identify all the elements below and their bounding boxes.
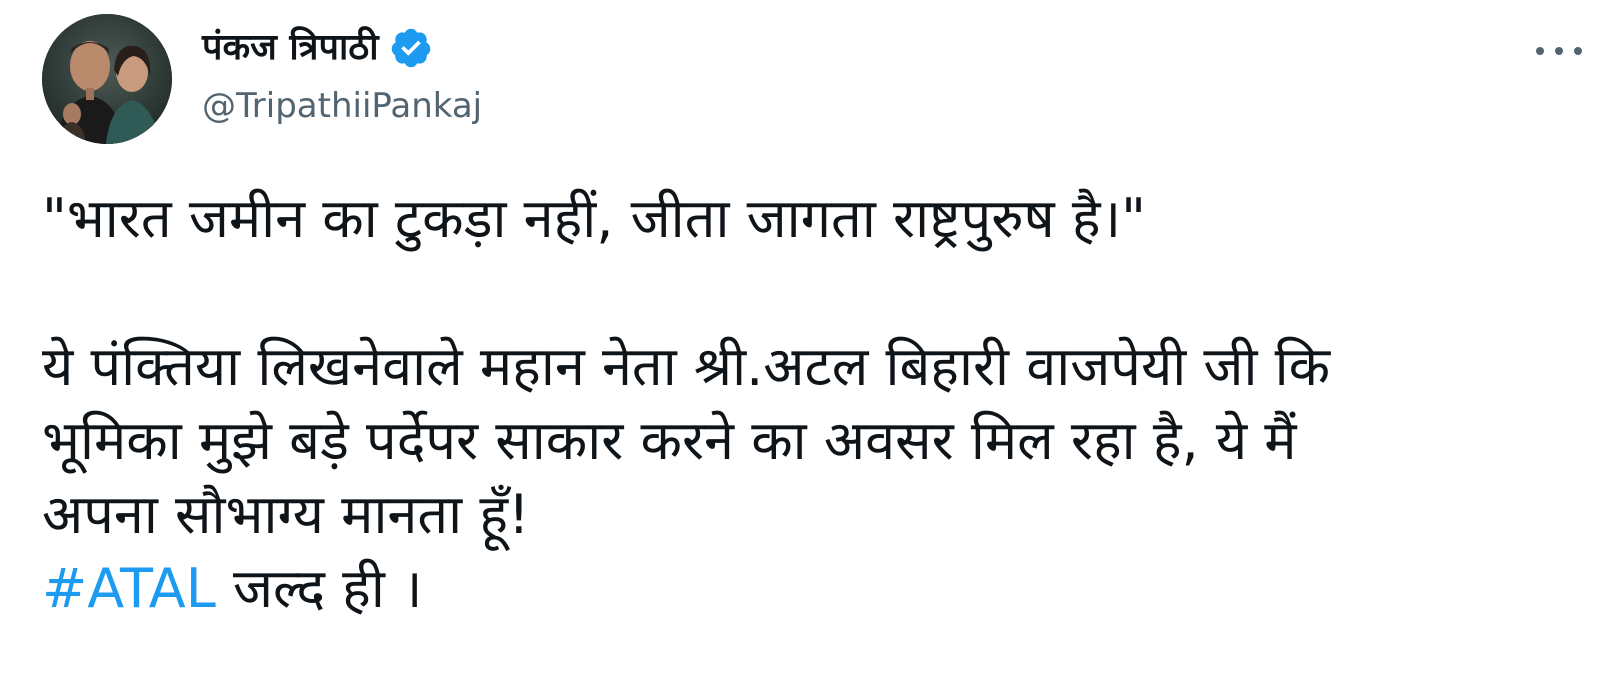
tweet-header: पंकज त्रिपाठी @TripathiiPankaj (42, 14, 1582, 146)
text-line-1: ये पंक्तिया लिखनेवाले महान नेता श्री.अटल… (42, 335, 1331, 398)
text-line-3: अपना सौभाग्य मानता हूँ! (42, 483, 530, 546)
more-horizontal-icon-dot-2 (1555, 47, 1563, 55)
display-name-row: पंकज त्रिपाठी (202, 20, 482, 76)
hashtag-line: #ATAL जल्द ही । (42, 552, 1582, 626)
author-info: पंकज त्रिपाठी @TripathiiPankaj (202, 20, 482, 130)
hashtag-suffix: जल्द ही । (215, 557, 423, 620)
text-line-2: भूमिका मुझे बड़े पर्देपर साकार करने का अ… (42, 409, 1297, 472)
more-horizontal-icon (1536, 47, 1544, 55)
avatar[interactable] (42, 14, 172, 144)
hashtag-link[interactable]: #ATAL (42, 557, 216, 620)
more-options-button[interactable] (1536, 36, 1582, 66)
more-horizontal-icon-dot-3 (1574, 47, 1582, 55)
handle[interactable]: @TripathiiPankaj (202, 82, 482, 130)
display-name[interactable]: पंकज त्रिपाठी (202, 20, 379, 76)
tweet-text: "भारत जमीन का टुकड़ा नहीं, जीता जागता रा… (42, 182, 1582, 626)
verified-badge-icon (389, 26, 433, 70)
tweet-card: पंकज त्रिपाठी @TripathiiPankaj "भारत जमी… (0, 0, 1610, 675)
avatar-image (42, 14, 172, 144)
quote-line: "भारत जमीन का टुकड़ा नहीं, जीता जागता रा… (42, 187, 1146, 250)
